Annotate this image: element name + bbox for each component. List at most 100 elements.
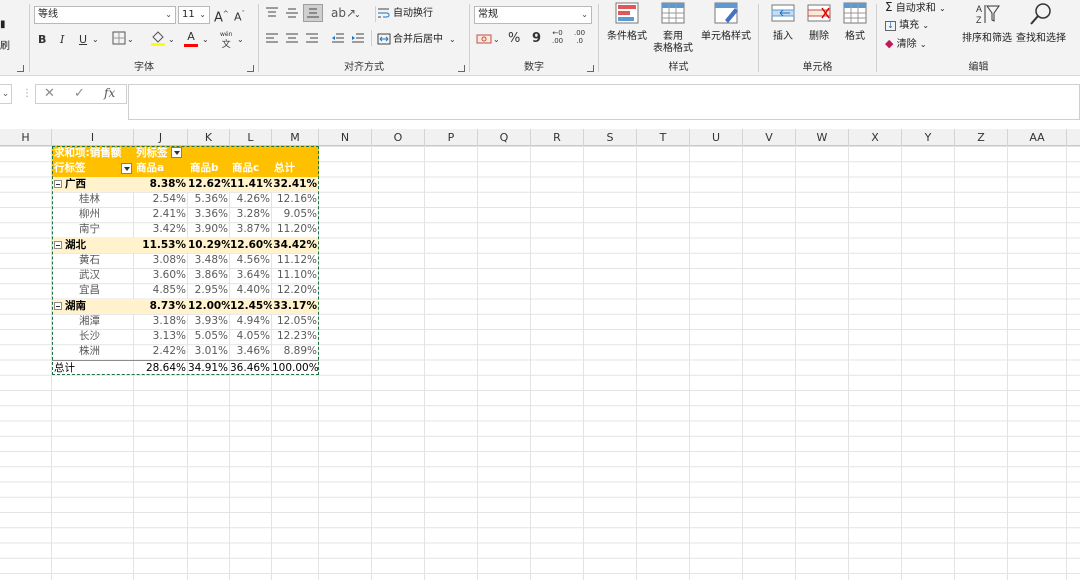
- pivot-total-cell[interactable]: 28.64%: [134, 361, 188, 376]
- enter-icon[interactable]: ✓: [74, 86, 85, 101]
- pivot-column-header[interactable]: 商品c: [230, 161, 272, 176]
- chevron-down-icon[interactable]: ⌄: [354, 6, 361, 24]
- wrap-text-icon[interactable]: [377, 6, 391, 20]
- pivot-total-label[interactable]: 总计: [52, 361, 134, 376]
- pivot-value-cell[interactable]: 2.42%: [134, 344, 188, 359]
- pivot-value-cell[interactable]: 12.16%: [272, 192, 319, 207]
- wrap-text-button[interactable]: 自动换行: [393, 7, 433, 21]
- pivot-value-cell[interactable]: 12.23%: [272, 329, 319, 344]
- pivot-value-cell[interactable]: 11.12%: [272, 253, 319, 268]
- pivot-value-cell[interactable]: 8.73%: [134, 299, 188, 314]
- pivot-item-label[interactable]: 黄石: [52, 253, 134, 268]
- collapse-icon[interactable]: [54, 240, 62, 249]
- pivot-value-cell[interactable]: 3.64%: [230, 268, 272, 283]
- format-as-table-button[interactable]: 套用 表格格式: [649, 2, 697, 55]
- pivot-group-row[interactable]: 广西 8.38% 12.62% 11.41% 32.41%: [52, 176, 319, 192]
- pivot-column-header[interactable]: 商品b: [188, 161, 230, 176]
- align-center-icon[interactable]: [285, 33, 299, 45]
- column-header[interactable]: U: [690, 129, 743, 146]
- column-header[interactable]: N: [319, 129, 372, 146]
- collapse-icon[interactable]: [54, 179, 62, 188]
- pivot-header-row[interactable]: 求和项:销售额 列标签: [52, 146, 319, 162]
- align-right-icon[interactable]: [305, 33, 319, 45]
- pivot-item-row[interactable]: 黄石 3.08% 3.48% 4.56% 11.12%: [52, 253, 319, 268]
- pivot-value-cell[interactable]: 3.46%: [230, 344, 272, 359]
- pivot-item-label[interactable]: 湘潭: [52, 314, 134, 329]
- align-middle-icon[interactable]: [285, 7, 299, 19]
- pivot-value-cell[interactable]: 3.48%: [188, 253, 230, 268]
- pivot-value-cell[interactable]: 2.95%: [188, 283, 230, 298]
- column-header[interactable]: AA: [1008, 129, 1067, 146]
- column-header[interactable]: V: [743, 129, 796, 146]
- percent-button[interactable]: %: [508, 30, 520, 48]
- pivot-value-cell[interactable]: 3.18%: [134, 314, 188, 329]
- pivot-value-cell[interactable]: 4.05%: [230, 329, 272, 344]
- pivot-value-cell[interactable]: 12.05%: [272, 314, 319, 329]
- pivot-value-cell[interactable]: 32.41%: [272, 177, 319, 192]
- number-format-select[interactable]: 常规 ⌄: [474, 6, 592, 24]
- pivot-value-field[interactable]: 求和项:销售额: [52, 146, 138, 161]
- pivot-value-cell[interactable]: 12.20%: [272, 283, 319, 298]
- font-family-select[interactable]: 等线 ⌄: [34, 6, 176, 24]
- chevron-down-icon[interactable]: ⌄: [168, 31, 175, 49]
- column-header[interactable]: K: [188, 129, 230, 146]
- chevron-down-icon[interactable]: ⌄: [92, 31, 99, 49]
- pivot-value-cell[interactable]: 11.10%: [272, 268, 319, 283]
- pivot-item-label[interactable]: 南宁: [52, 222, 134, 237]
- font-size-select[interactable]: 11 ⌄: [178, 6, 210, 24]
- format-cells-button[interactable]: 格式: [837, 2, 873, 43]
- pivot-value-cell[interactable]: 3.01%: [188, 344, 230, 359]
- increase-decimal-button[interactable]: ←0.00: [552, 29, 563, 47]
- pivot-value-cell[interactable]: 4.56%: [230, 253, 272, 268]
- pivot-group-row[interactable]: 湖北 11.53% 10.29% 12.60% 34.42%: [52, 237, 319, 253]
- pivot-value-cell[interactable]: 3.36%: [188, 207, 230, 222]
- pivot-value-cell[interactable]: 11.41%: [230, 177, 272, 192]
- find-select-button[interactable]: 查找和选择: [1013, 2, 1069, 45]
- pivot-value-cell[interactable]: 4.94%: [230, 314, 272, 329]
- pivot-value-cell[interactable]: 12.60%: [230, 238, 272, 253]
- pivot-value-cell[interactable]: 3.08%: [134, 253, 188, 268]
- pivot-value-cell[interactable]: 10.29%: [188, 238, 230, 253]
- pivot-column-header[interactable]: 总计: [272, 161, 319, 176]
- pivot-value-cell[interactable]: 4.40%: [230, 283, 272, 298]
- insert-cells-button[interactable]: 插入: [765, 2, 801, 43]
- pivot-value-cell[interactable]: 8.89%: [272, 344, 319, 359]
- pivot-total-cell[interactable]: 100.00%: [272, 361, 319, 376]
- pivot-item-row[interactable]: 武汉 3.60% 3.86% 3.64% 11.10%: [52, 268, 319, 283]
- number-launcher-icon[interactable]: [587, 65, 594, 72]
- pivot-value-cell[interactable]: 2.54%: [134, 192, 188, 207]
- pivot-header-row[interactable]: 行标签 商品a 商品b 商品c 总计: [52, 161, 319, 177]
- chevron-down-icon[interactable]: ⌄: [127, 31, 134, 49]
- pivot-value-cell[interactable]: 34.42%: [272, 238, 319, 253]
- shrink-font-button[interactable]: Aˇ: [234, 5, 245, 24]
- decrease-decimal-button[interactable]: .00.0: [574, 29, 585, 47]
- clipboard-launcher-icon[interactable]: [17, 65, 24, 72]
- pivot-column-labels[interactable]: 列标签: [136, 146, 196, 161]
- column-header[interactable]: H: [0, 129, 52, 146]
- sort-filter-button[interactable]: AZ 排序和筛选: [959, 2, 1015, 45]
- alignment-launcher-icon[interactable]: [458, 65, 465, 72]
- pivot-value-cell[interactable]: 2.41%: [134, 207, 188, 222]
- chevron-down-icon[interactable]: ⌄: [237, 31, 244, 49]
- pivot-item-label[interactable]: 株洲: [52, 344, 134, 359]
- pivot-item-label[interactable]: 长沙: [52, 329, 134, 344]
- bold-button[interactable]: B: [38, 31, 46, 49]
- collapse-icon[interactable]: [54, 301, 62, 310]
- pivot-item-row[interactable]: 南宁 3.42% 3.90% 3.87% 11.20%: [52, 222, 319, 237]
- column-header[interactable]: Z: [955, 129, 1008, 146]
- column-header[interactable]: S: [584, 129, 637, 146]
- conditional-format-button[interactable]: 条件格式: [603, 2, 651, 43]
- italic-button[interactable]: I: [60, 31, 64, 49]
- column-header[interactable]: R: [531, 129, 584, 146]
- pivot-group-label[interactable]: 湖北: [52, 238, 134, 253]
- column-header[interactable]: X: [849, 129, 902, 146]
- pivot-value-cell[interactable]: 3.87%: [230, 222, 272, 237]
- pivot-group-label[interactable]: 湖南: [52, 299, 134, 314]
- row-filter-dropdown-icon[interactable]: [121, 163, 132, 175]
- cell-styles-button[interactable]: 单元格样式: [699, 2, 753, 43]
- column-header[interactable]: I: [52, 129, 134, 146]
- font-launcher-icon[interactable]: [247, 65, 254, 72]
- underline-button[interactable]: U: [79, 31, 87, 49]
- borders-button[interactable]: [112, 31, 126, 49]
- increase-indent-icon[interactable]: [351, 33, 365, 45]
